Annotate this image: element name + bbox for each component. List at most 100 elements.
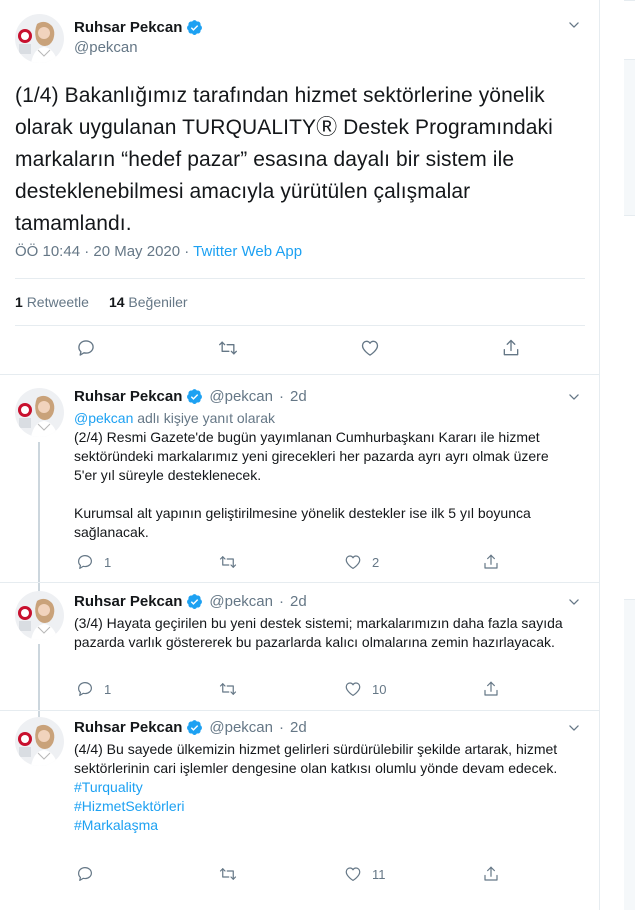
dot-separator: ·: [279, 388, 284, 405]
verified-badge-icon: [186, 19, 203, 36]
main-tweet[interactable]: Ruhsar Pekcan @pekcan (1/4) Bakanlığımız…: [0, 0, 600, 375]
like-stat[interactable]: 14 Beğeniler: [109, 294, 188, 310]
source-app-link[interactable]: Twitter Web App: [193, 243, 302, 260]
avatar[interactable]: [15, 591, 64, 640]
author-handle[interactable]: @pekcan: [209, 388, 273, 405]
author-name[interactable]: Ruhsar Pekcan: [74, 19, 182, 36]
reply-icon: [76, 680, 94, 698]
reply-header: Ruhsar Pekcan @pekcan · 2d: [74, 388, 307, 405]
tweet-text: @pekcan adlı kişiye yanıt olarak (2/4) R…: [74, 409, 574, 542]
share-button[interactable]: [482, 553, 500, 571]
sidebar-edge: [624, 0, 635, 910]
author-name-row[interactable]: Ruhsar Pekcan: [74, 19, 203, 36]
reply-tweet[interactable]: Ruhsar Pekcan @pekcan · 2d (3/4) Hayata …: [0, 583, 600, 710]
thread-line: [38, 583, 40, 591]
thread-line: [38, 442, 40, 582]
tweet-age[interactable]: 2d: [290, 388, 307, 405]
dot-separator: ·: [279, 593, 284, 610]
author-name[interactable]: Ruhsar Pekcan: [74, 719, 182, 736]
reply-button[interactable]: [76, 338, 96, 358]
tweet-text: (4/4) Bu sayede ülkemizin hizmet gelirle…: [74, 740, 574, 835]
like-button[interactable]: 10: [344, 680, 386, 698]
heart-icon: [344, 865, 362, 883]
reply-header: Ruhsar Pekcan @pekcan · 2d: [74, 719, 307, 736]
avatar-image: [15, 591, 64, 640]
reply-icon: [76, 865, 94, 883]
like-button[interactable]: 2: [344, 553, 379, 571]
avatar-image: [15, 388, 64, 437]
author-name[interactable]: Ruhsar Pekcan: [74, 593, 182, 610]
paragraph: (3/4) Hayata geçirilen bu yeni destek si…: [74, 615, 563, 650]
like-count: 10: [372, 681, 387, 697]
tweet-age[interactable]: 2d: [290, 593, 307, 610]
divider: [15, 278, 585, 279]
reply-tweet[interactable]: Ruhsar Pekcan @pekcan · 2d (4/4) Bu saye…: [0, 711, 600, 910]
paragraph: Kurumsal alt yapının geliştirilmesine yö…: [74, 505, 531, 540]
share-icon: [482, 680, 500, 698]
like-count: 2: [372, 554, 380, 570]
retweet-button[interactable]: [219, 865, 247, 883]
heart-icon: [344, 553, 362, 571]
sidebar-card-edge: [624, 0, 635, 60]
reply-tweet[interactable]: Ruhsar Pekcan @pekcan · 2d @pekcan adlı …: [0, 376, 600, 582]
tweet-timestamp[interactable]: ÖÖ 10:44 · 20 May 2020 ·: [15, 243, 193, 260]
retweet-icon: [219, 865, 237, 883]
author-handle[interactable]: @pekcan: [209, 593, 273, 610]
chevron-down-icon[interactable]: [567, 18, 581, 32]
like-count: 14: [108, 294, 125, 310]
retweet-button[interactable]: [218, 338, 238, 358]
reply-icon: [76, 553, 94, 571]
retweet-icon: [219, 553, 237, 571]
hashtag-turquality[interactable]: #Turquality: [74, 778, 574, 797]
chevron-down-icon[interactable]: [567, 595, 581, 609]
author-handle[interactable]: @pekcan: [74, 39, 138, 56]
reply-count: 1: [104, 681, 112, 697]
reply-button[interactable]: [76, 865, 104, 883]
share-icon: [482, 865, 500, 883]
verified-badge-icon: [186, 719, 203, 736]
like-label: Beğeniler: [128, 294, 188, 310]
share-icon: [482, 553, 500, 571]
avatar[interactable]: [15, 717, 64, 766]
share-button[interactable]: [482, 680, 500, 698]
author-handle[interactable]: @pekcan: [209, 719, 273, 736]
heart-icon: [344, 680, 362, 698]
retweet-count: 1: [15, 294, 23, 310]
reply-to-suffix: adlı kişiye yanıt olarak: [133, 410, 275, 426]
retweet-stat[interactable]: 1 Retweetle: [15, 294, 89, 310]
chevron-down-icon[interactable]: [567, 390, 581, 404]
reply-count: 1: [104, 554, 112, 570]
tweet-actions: 1 10: [74, 680, 504, 700]
like-button[interactable]: 11: [344, 865, 386, 883]
tweet-actions: 1 2: [74, 553, 504, 573]
share-button[interactable]: [501, 338, 521, 358]
reply-to-handle[interactable]: @pekcan: [74, 410, 133, 426]
thread-line: [38, 644, 40, 710]
hashtag-markalasma[interactable]: #Markalaşma: [74, 816, 574, 835]
avatar[interactable]: [15, 388, 64, 437]
heart-icon: [360, 338, 380, 358]
retweet-button[interactable]: [219, 680, 247, 698]
verified-badge-icon: [186, 388, 203, 405]
share-button[interactable]: [482, 865, 500, 883]
dot-separator: ·: [279, 719, 284, 736]
tweet-text: (1/4) Bakanlığımız tarafından hizmet sek…: [15, 84, 553, 235]
sidebar-card-edge: [624, 215, 635, 600]
reply-button[interactable]: 1: [76, 680, 111, 698]
chevron-down-icon[interactable]: [567, 721, 581, 735]
reply-context: @pekcan adlı kişiye yanıt olarak: [74, 409, 574, 428]
reply-icon: [76, 338, 96, 358]
avatar-image: [15, 717, 64, 766]
avatar[interactable]: [15, 14, 64, 63]
tweet-meta: ÖÖ 10:44 · 20 May 2020 · Twitter Web App: [15, 243, 302, 260]
author-name[interactable]: Ruhsar Pekcan: [74, 388, 182, 405]
like-count: 11: [372, 866, 386, 882]
retweet-label: Retweetle: [26, 294, 89, 310]
retweet-button[interactable]: [219, 553, 247, 571]
reply-button[interactable]: 1: [76, 553, 111, 571]
hashtag-hizmet-sektorleri[interactable]: #HizmetSektörleri: [74, 797, 574, 816]
like-button[interactable]: [360, 338, 380, 358]
tweet-actions: [0, 338, 600, 364]
tweet-age[interactable]: 2d: [290, 719, 307, 736]
tweet-actions: 11: [74, 865, 504, 885]
